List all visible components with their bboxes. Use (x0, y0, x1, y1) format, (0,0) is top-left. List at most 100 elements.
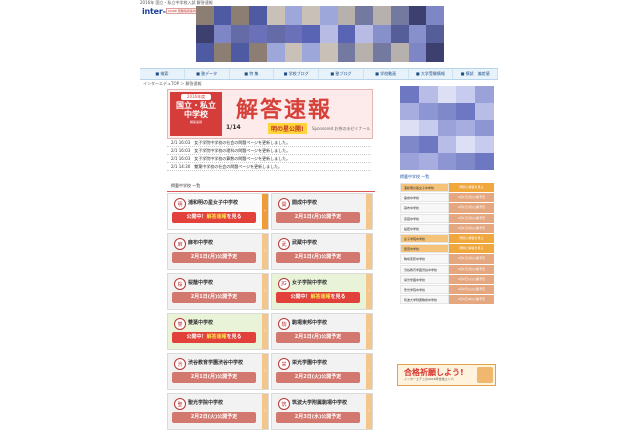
mosaic-tile (373, 43, 391, 62)
side-mosaic-tile (418, 119, 438, 137)
chevron-right-icon[interactable]: › (262, 194, 268, 229)
school-emblem-icon: 武 (278, 238, 290, 250)
school-card[interactable]: 駒駒場東邦中学校 2月1日(月)公開予定 › (271, 313, 373, 350)
nav-item[interactable]: ■ 検索 (140, 69, 185, 79)
school-emblem-icon: 麻 (174, 238, 186, 250)
release-date-label[interactable]: 2月1日(月)公開予定 (276, 252, 360, 263)
school-card[interactable]: 聖聖光学院中学校 2月2日(火)公開予定 › (167, 393, 269, 430)
sidebar-school-row[interactable]: 栄光学園中学校 2月2日(火)公開予定 (400, 274, 494, 285)
sidebar-school-row[interactable]: 雙葉中学校 問題と解答を見る (400, 244, 494, 255)
news-item[interactable]: 2/1 16:03 女子学院中学校の理科の問題ページを更新しました。 (167, 147, 371, 155)
school-card[interactable]: JG 女子学院中学校 公開中！解答速報を見る › (271, 273, 373, 310)
school-card[interactable]: 桜桜蔭中学校 2月1日(月)公開予定 › (167, 273, 269, 310)
nav-item[interactable]: ■ 模試 偏差値 (453, 69, 498, 79)
school-card[interactable]: 麻麻布中学校 2月1日(月)公開予定 › (167, 233, 269, 270)
sidebar-ad-mosaic[interactable] (400, 86, 494, 170)
side-mosaic-tile (475, 136, 494, 154)
mosaic-tile (284, 6, 303, 25)
side-mosaic-tile (456, 102, 476, 120)
side-mosaic-tile (418, 102, 438, 120)
mosaic-tile (249, 6, 267, 25)
chevron-right-icon[interactable]: › (366, 274, 372, 309)
mosaic-tile (284, 24, 303, 44)
school-card[interactable]: 武武蔵中学校 2月1日(月)公開予定 › (271, 233, 373, 270)
goukaku-banner-sub: インターエデュの2016年合格エンパ (404, 377, 454, 381)
header-ad-mosaic[interactable] (196, 6, 444, 62)
sidebar-view-button[interactable]: 問題と解答を見る (449, 244, 494, 254)
mosaic-tile (231, 24, 250, 44)
answer-banner[interactable]: 2016年度 国立・私立 中学校 解答速報 解答速報 1/14 明の星公開! Sp… (167, 89, 373, 139)
release-date-label[interactable]: 2月1日(月)公開予定 (276, 332, 360, 343)
mosaic-tile (213, 43, 232, 62)
release-date-label[interactable]: 2月1日(月)公開予定 (172, 372, 256, 383)
school-card[interactable]: 開開成中学校 2月1日(月)公開予定 › (271, 193, 373, 230)
school-emblem-icon: 渋 (174, 358, 186, 370)
nav-item[interactable]: ■ 塾ブログ (319, 69, 364, 79)
banner-school-type: 国立・私立 中学校 (176, 101, 216, 119)
release-date-label[interactable]: 2月1日(月)公開予定 (172, 292, 256, 303)
school-card[interactable]: 筑筑波大学附属駒場中学校 2月3日(水)公開予定 › (271, 393, 373, 430)
sidebar-school-row[interactable]: 女子学院中学校 問題と解答を見る (400, 233, 494, 245)
release-date-label[interactable]: 2月3日(水)公開予定 (276, 412, 360, 423)
sidebar-release-date: 2月1日(月)公開予定 (449, 213, 494, 223)
nav-item[interactable]: ■ 特 集 (230, 69, 275, 79)
chevron-right-icon[interactable]: › (262, 234, 268, 269)
chevron-right-icon[interactable]: › (366, 194, 372, 229)
mosaic-tile (337, 43, 356, 62)
nav-item[interactable]: ■ 大学受験情報 (409, 69, 454, 79)
sidebar-school-row[interactable]: 筑波大学附属駒場中学校 2月3日(水)公開予定 (400, 295, 494, 306)
chevron-right-icon[interactable]: › (366, 394, 372, 429)
sidebar-school-row[interactable]: 開成中学校 2月1日(月)公開予定 (400, 193, 494, 204)
mosaic-tile (213, 24, 232, 44)
nav-item[interactable]: ■ 学校ブログ (274, 69, 319, 79)
side-mosaic-tile (437, 86, 457, 103)
goukaku-banner[interactable]: 合格祈願しよう! インターエデュの2016年合格エンパ (397, 364, 496, 386)
school-emblem-icon: 栄 (278, 358, 290, 370)
mosaic-tile (196, 6, 214, 25)
release-date-label[interactable]: 2月2日(火)公開予定 (172, 412, 256, 423)
nav-item[interactable]: ■ 学校動画 (364, 69, 409, 79)
sidebar-school-row[interactable]: 駒場東邦中学校 2月1日(月)公開予定 (400, 254, 494, 265)
release-date-label[interactable]: 2月1日(月)公開予定 (276, 212, 360, 223)
school-card[interactable]: 雙雙葉中学校 公開中！解答速報を見る › (167, 313, 269, 350)
chevron-right-icon[interactable]: › (366, 314, 372, 349)
mosaic-tile (373, 6, 391, 25)
side-mosaic-tile (418, 86, 438, 103)
view-answers-button[interactable]: 公開中！解答速報を見る (172, 332, 256, 343)
chevron-right-icon[interactable]: › (366, 354, 372, 389)
sidebar-school-row[interactable]: 桜蔭中学校 2月1日(月)公開予定 (400, 223, 494, 234)
sidebar-view-button[interactable]: 問題と解答を見る (449, 233, 494, 244)
chevron-right-icon[interactable]: › (262, 314, 268, 349)
news-item[interactable]: 2/1 16:03 女子学院中学校の社会の問題ページを更新しました。 (167, 139, 371, 147)
banner-sponsor: Sponsored お茶の水ゼミナール (312, 126, 371, 131)
news-item[interactable]: 2/1 16:03 女子学院中学校の算数の問題ページを更新しました。 (167, 155, 371, 163)
news-item[interactable]: 2/1 14:30 雙葉中学校の社会の問題ページを更新しました。 (167, 163, 371, 171)
chevron-right-icon[interactable]: › (262, 354, 268, 389)
chevron-right-icon[interactable]: › (262, 274, 268, 309)
view-answers-button[interactable]: 公開中！解答速報を見る (172, 212, 256, 223)
view-answers-button[interactable]: 公開中！解答速報を見る (276, 292, 360, 303)
sidebar-release-date: 2月2日(火)公開予定 (449, 284, 494, 295)
sidebar-school-row[interactable]: 聖光学院中学校 2月2日(火)公開予定 (400, 284, 494, 296)
sidebar-school-row[interactable]: 渋谷教育学園渋谷中学校 2月1日(月)公開予定 (400, 264, 494, 275)
chevron-right-icon[interactable]: › (366, 234, 372, 269)
school-card[interactable]: 渋渋谷教育学園渋谷中学校 2月1日(月)公開予定 › (167, 353, 269, 390)
scire-link[interactable]: SCIRE 受験情報案内 (166, 8, 198, 14)
sidebar-school-row[interactable]: 麻布中学校 2月1日(月)公開予定 (400, 203, 494, 214)
banner-title: 解答速報 (236, 97, 333, 123)
sidebar-school-row[interactable]: 浦和明の星女子中学校 問題と解答を見る (400, 183, 494, 194)
release-date-label[interactable]: 2月1日(月)公開予定 (172, 252, 256, 263)
release-date-label[interactable]: 2月2日(火)公開予定 (276, 372, 360, 383)
breadcrumb[interactable]: インターエデュTOP ＞ 解答速報 (143, 81, 202, 87)
sidebar-school-name: 武蔵中学校 (400, 213, 449, 223)
sidebar-view-button[interactable]: 問題と解答を見る (449, 183, 494, 193)
news-list: 2/1 16:03 女子学院中学校の社会の問題ページを更新しました。 2/1 16… (167, 139, 371, 171)
chevron-right-icon[interactable]: › (262, 394, 268, 429)
mosaic-tile (319, 43, 338, 62)
school-card[interactable]: 明浦和明の星女子中学校 公開中！解答速報を見る › (167, 193, 269, 230)
school-name: 聖光学院中学校 (188, 400, 224, 406)
nav-item[interactable]: ■ 塾データ (185, 69, 230, 79)
sidebar-school-row[interactable]: 武蔵中学校 2月1日(月)公開予定 (400, 213, 494, 224)
banner-badge: 2016年度 国立・私立 中学校 解答速報 (170, 92, 222, 136)
school-card[interactable]: 栄栄光学園中学校 2月2日(火)公開予定 › (271, 353, 373, 390)
